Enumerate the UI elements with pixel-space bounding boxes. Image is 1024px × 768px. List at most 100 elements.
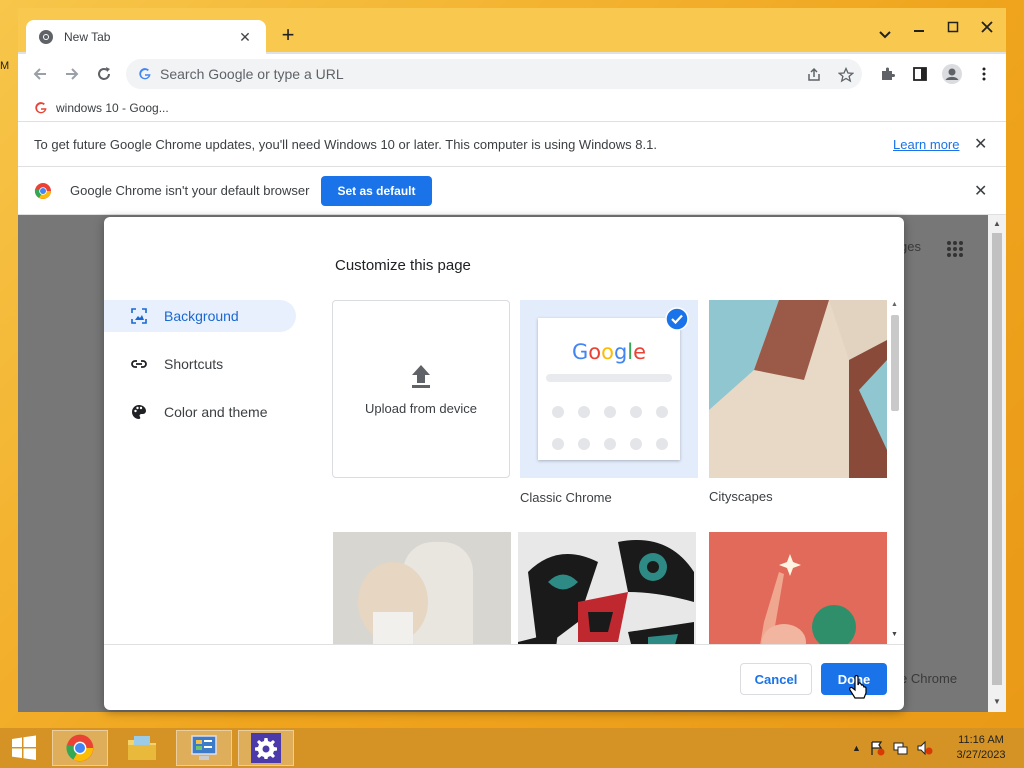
chrome-logo-icon	[34, 182, 51, 199]
clock-time: 11:16 AM	[958, 734, 1004, 746]
customize-chrome-partial: e Chrome	[900, 671, 958, 686]
background-grid: Upload from device Google Classic Chrome…	[332, 300, 888, 644]
sculpture-image	[333, 532, 511, 644]
default-browser-message: Google Chrome isn't your default browser	[70, 183, 310, 198]
cancel-button[interactable]: Cancel	[740, 663, 812, 695]
maximize-icon	[947, 21, 959, 33]
upload-tile[interactable]: Upload from device	[332, 300, 510, 478]
nav-label: Background	[164, 308, 239, 324]
background-tile-6[interactable]	[709, 532, 887, 644]
nav-label: Color and theme	[164, 404, 268, 420]
nav-label: Shortcuts	[164, 356, 224, 372]
bookmark-item[interactable]: windows 10 - Goog...	[56, 101, 169, 115]
illustration-image	[709, 532, 887, 644]
settings-tile	[251, 733, 281, 763]
classic-chrome-tile[interactable]: Google	[520, 300, 698, 478]
classic-preview: Google	[538, 318, 680, 460]
chrome-favicon-icon	[39, 30, 53, 44]
chrome-logo-icon	[66, 734, 94, 762]
taskbar-file-explorer[interactable]	[114, 730, 170, 766]
set-as-default-button[interactable]: Set as default	[321, 175, 432, 206]
reload-icon	[98, 67, 110, 80]
image-icon	[131, 308, 147, 324]
volume-muted-icon[interactable]	[917, 740, 933, 756]
side-panel-button[interactable]	[908, 62, 932, 86]
taskbar-chrome[interactable]	[52, 730, 108, 766]
extensions-button[interactable]	[876, 62, 900, 86]
google-g-icon	[139, 68, 151, 80]
tab-search-chevron-icon[interactable]	[876, 26, 894, 44]
grid-scroll-up-icon[interactable]: ▲	[891, 301, 898, 308]
default-browser-infobar: Google Chrome isn't your default browser…	[18, 167, 1006, 215]
native-art-image	[518, 532, 696, 644]
scroll-down-icon[interactable]: ▼	[993, 697, 1001, 706]
profile-avatar-icon	[942, 64, 962, 84]
close-infobar-icon[interactable]: ✕	[974, 134, 987, 154]
scroll-thumb[interactable]	[992, 233, 1002, 685]
palette-icon	[132, 405, 146, 419]
taskbar-settings[interactable]	[238, 730, 294, 766]
tab-close-icon[interactable]: ✕	[236, 29, 254, 46]
close-infobar-icon[interactable]: ✕	[974, 181, 987, 201]
dialog-title: Customize this page	[335, 257, 471, 274]
upload-icon	[412, 364, 430, 388]
share-icon[interactable]	[806, 67, 822, 83]
grid-scroll-down-icon[interactable]: ▼	[891, 631, 898, 638]
grid-scroll-thumb[interactable]	[891, 315, 899, 411]
show-hidden-icons-icon[interactable]: ▲	[852, 743, 861, 756]
close-window-button[interactable]	[972, 16, 1002, 38]
minimize-button[interactable]	[904, 16, 934, 38]
maximize-button[interactable]	[938, 16, 968, 38]
page-scrollbar[interactable]: ▲ ▼	[988, 215, 1006, 712]
puzzle-icon	[882, 67, 895, 80]
back-button[interactable]	[28, 62, 52, 86]
control-panel-icon	[191, 735, 217, 760]
profile-button[interactable]	[940, 62, 964, 86]
background-tile-4[interactable]	[333, 532, 511, 644]
cityscapes-image	[709, 300, 887, 478]
update-message: To get future Google Chrome updates, you…	[34, 136, 657, 152]
dialog-footer: Cancel Done	[104, 644, 904, 710]
new-tab-button[interactable]: +	[276, 24, 300, 48]
taskbar-control-panel[interactable]	[176, 730, 232, 766]
system-tray: ▲	[852, 740, 933, 756]
tab-new-tab[interactable]: New Tab ✕	[26, 20, 266, 54]
forward-button[interactable]	[60, 62, 84, 86]
bookmarks-bar: windows 10 - Goog...	[18, 94, 1006, 122]
menu-button[interactable]	[972, 62, 996, 86]
apps-grid-icon[interactable]	[946, 240, 964, 258]
grid-scrollbar[interactable]: ▲ ▼	[890, 301, 900, 641]
three-dot-menu-icon	[982, 67, 986, 81]
start-button[interactable]	[2, 730, 46, 766]
action-center-flag-icon[interactable]	[869, 740, 885, 756]
classic-shortcut-dots	[552, 406, 668, 455]
reload-button[interactable]	[92, 62, 116, 86]
cityscapes-label: Cityscapes	[709, 489, 773, 504]
close-icon	[981, 21, 993, 33]
hand-cursor-icon	[849, 675, 867, 699]
address-bar-placeholder: Search Google or type a URL	[160, 66, 344, 82]
classic-chrome-label: Classic Chrome	[520, 490, 612, 505]
upload-label: Upload from device	[365, 400, 477, 416]
forward-arrow-icon	[66, 68, 79, 80]
nav-shortcuts[interactable]: Shortcuts	[104, 348, 296, 380]
folder-icon	[128, 736, 156, 760]
classic-search-bar	[546, 374, 672, 382]
nav-background[interactable]: Background	[104, 300, 296, 332]
tab-strip: New Tab ✕ +	[18, 8, 1006, 54]
learn-more-link[interactable]: Learn more	[893, 137, 959, 152]
network-icon[interactable]	[893, 740, 909, 756]
scroll-up-icon[interactable]: ▲	[993, 219, 1001, 228]
background-tile-5[interactable]	[518, 532, 696, 644]
address-bar[interactable]: Search Google or type a URL	[126, 59, 862, 89]
taskbar-clock[interactable]: 11:16 AM 3/27/2023	[946, 733, 1016, 763]
windows-logo-icon	[12, 735, 36, 760]
nav-color-and-theme[interactable]: Color and theme	[104, 396, 296, 428]
customize-dialog: Customize this page Background Shortcuts…	[104, 217, 904, 710]
browser-toolbar: Search Google or type a URL	[18, 54, 1006, 94]
update-infobar: To get future Google Chrome updates, you…	[18, 122, 1006, 167]
bookmark-star-icon[interactable]	[838, 67, 854, 83]
cityscapes-tile[interactable]	[709, 300, 887, 478]
gear-icon	[255, 738, 277, 759]
selected-check-icon	[665, 307, 689, 331]
